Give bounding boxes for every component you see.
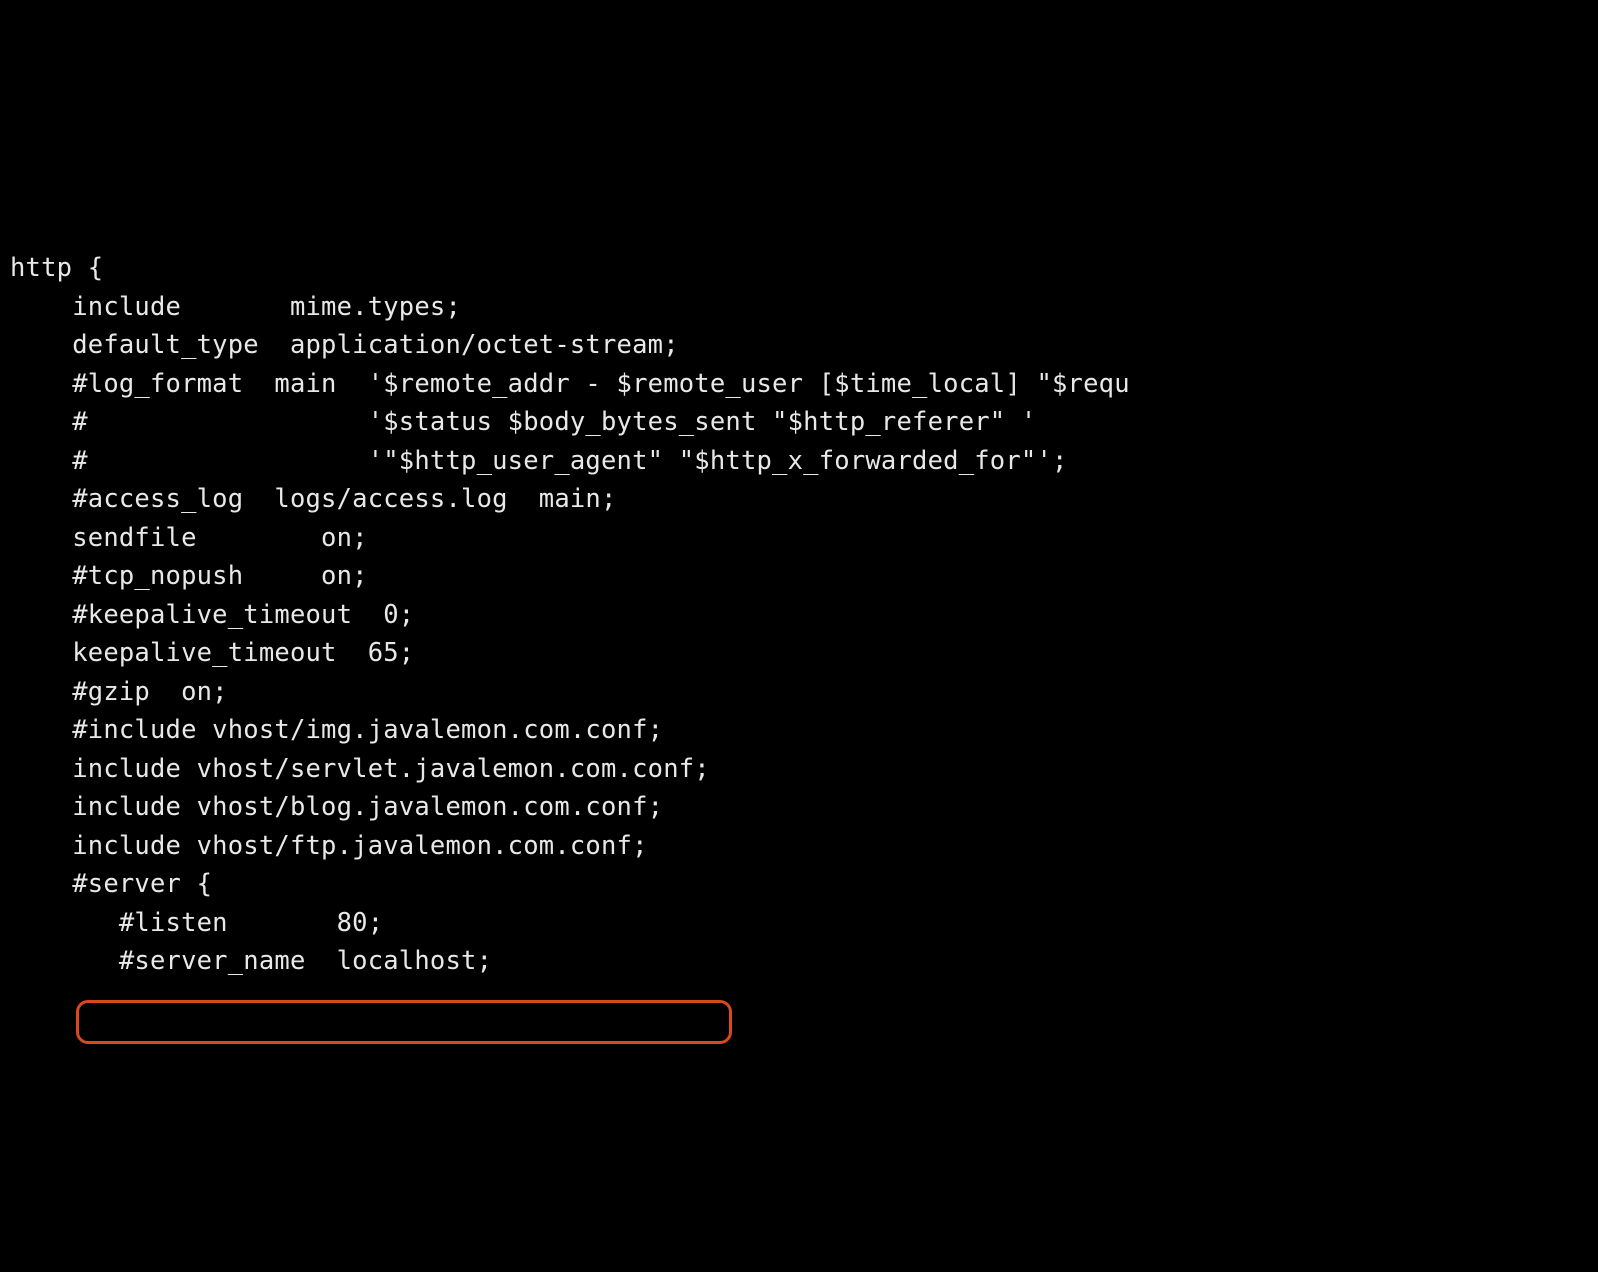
code-line[interactable]: #log_format main '$remote_addr - $remote… xyxy=(10,365,1598,404)
code-line[interactable]: #gzip on; xyxy=(10,673,1598,712)
code-line[interactable]: #server_name localhost; xyxy=(10,942,1598,981)
code-editor-viewport: http { include mime.types; default_type … xyxy=(10,172,1598,1058)
code-line[interactable]: include vhost/ftp.javalemon.com.conf; xyxy=(10,827,1598,866)
code-line[interactable]: include vhost/servlet.javalemon.com.conf… xyxy=(10,750,1598,789)
code-line[interactable]: #access_log logs/access.log main; xyxy=(10,480,1598,519)
code-line[interactable]: include vhost/blog.javalemon.com.conf; xyxy=(10,788,1598,827)
code-line[interactable]: keepalive_timeout 65; xyxy=(10,634,1598,673)
code-line[interactable]: #server { xyxy=(10,865,1598,904)
code-line[interactable]: # '"$http_user_agent" "$http_x_forwarded… xyxy=(10,442,1598,481)
code-block[interactable]: http { include mime.types; default_type … xyxy=(10,249,1598,981)
code-line[interactable]: #listen 80; xyxy=(10,904,1598,943)
code-line[interactable]: #include vhost/img.javalemon.com.conf; xyxy=(10,711,1598,750)
code-line[interactable]: http { xyxy=(10,249,1598,288)
highlight-annotation xyxy=(76,1000,732,1044)
code-line[interactable]: #keepalive_timeout 0; xyxy=(10,596,1598,635)
code-line[interactable]: sendfile on; xyxy=(10,519,1598,558)
code-line[interactable]: # '$status $body_bytes_sent "$http_refer… xyxy=(10,403,1598,442)
code-line[interactable]: #tcp_nopush on; xyxy=(10,557,1598,596)
code-line[interactable]: default_type application/octet-stream; xyxy=(10,326,1598,365)
code-line[interactable]: include mime.types; xyxy=(10,288,1598,327)
